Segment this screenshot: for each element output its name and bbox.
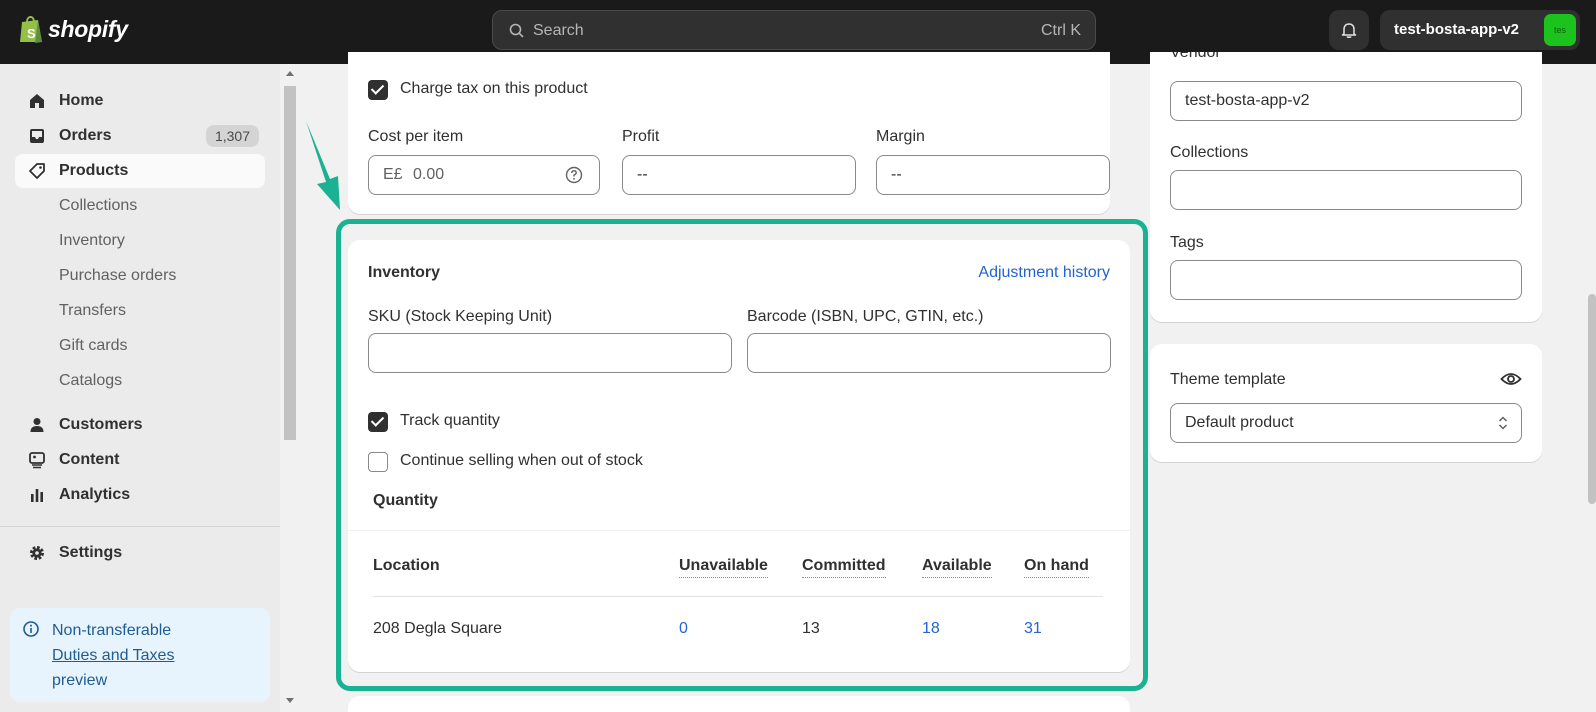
page-scrollbar[interactable] (1584, 64, 1596, 712)
sidebar: Home Orders 1,307 Products Collections I… (0, 64, 280, 712)
profit-value: -- (637, 166, 648, 183)
bar-chart-icon (31, 489, 43, 502)
notice-line-1: Non-transferable (52, 622, 172, 639)
search-shortcut: Ctrl K (1041, 22, 1081, 39)
sidebar-item-label: Content (59, 451, 120, 468)
shopify-logo[interactable]: S shopify (18, 14, 128, 44)
duties-taxes-link[interactable]: Duties and Taxes (52, 643, 262, 668)
charge-tax-label: Charge tax on this product (400, 80, 588, 97)
shopify-bag-icon: S (20, 16, 42, 43)
sidebar-item-label: Products (59, 162, 129, 179)
sidebar-item-content[interactable]: Content (15, 443, 265, 477)
bell-icon (1341, 23, 1357, 38)
sidebar-item-label: Purchase orders (59, 267, 177, 284)
vendor-input[interactable]: test-bosta-app-v2 (1170, 81, 1522, 121)
sidebar-item-orders[interactable]: Orders 1,307 (15, 119, 265, 153)
duties-notice: Non-transferable Duties and Taxes previe… (10, 608, 270, 702)
eye-icon[interactable] (1500, 370, 1522, 388)
gear-icon (30, 546, 44, 560)
sidebar-item-gift-cards[interactable]: Gift cards (15, 329, 265, 363)
inventory-highlight-frame (336, 219, 1148, 691)
next-card (348, 696, 1130, 712)
theme-template-card: Theme template Default product (1150, 344, 1542, 462)
tags-label: Tags (1170, 234, 1204, 251)
sidebar-item-label: Gift cards (59, 337, 128, 354)
person-icon (30, 418, 44, 432)
cost-per-item-input[interactable]: E£ 0.00 (368, 155, 600, 195)
sidebar-item-label: Collections (59, 197, 138, 214)
annotation-arrow-icon (306, 121, 340, 210)
profit-label: Profit (622, 128, 660, 145)
theme-template-value: Default product (1185, 414, 1294, 431)
collections-input[interactable] (1170, 170, 1522, 210)
help-circle-icon[interactable] (565, 166, 583, 184)
product-organization-card: Vendor test-bosta-app-v2 Collections Tag… (1150, 52, 1542, 322)
sidebar-item-home[interactable]: Home (15, 84, 265, 118)
sidebar-item-settings[interactable]: Settings (15, 536, 265, 570)
page-scroll-thumb[interactable] (1588, 294, 1596, 504)
profit-field: -- (622, 155, 856, 195)
select-chevron-icon (1498, 416, 1508, 430)
svg-text:S: S (27, 26, 36, 41)
content-icon (29, 452, 45, 469)
cost-value: 0.00 (413, 166, 445, 183)
sidebar-item-label: Transfers (59, 302, 126, 319)
sidebar-item-label: Home (59, 92, 104, 109)
vendor-label-clip: Vendor (1170, 52, 1270, 62)
pricing-card: Charge tax on this product Cost per item… (348, 52, 1110, 214)
home-icon (30, 94, 44, 108)
sidebar-item-collections[interactable]: Collections (15, 189, 265, 223)
sidebar-item-label: Analytics (59, 486, 131, 503)
vendor-label: Vendor (1170, 52, 1221, 61)
sidebar-item-label: Catalogs (59, 372, 123, 389)
sidebar-item-label: Customers (59, 416, 143, 433)
margin-field: -- (876, 155, 1110, 195)
theme-template-label: Theme template (1170, 371, 1286, 388)
tag-icon (29, 163, 45, 179)
currency-prefix: E£ (383, 166, 403, 183)
vendor-value: test-bosta-app-v2 (1185, 92, 1310, 109)
cost-per-item-label: Cost per item (368, 128, 464, 145)
store-name: test-bosta-app-v2 (1394, 21, 1520, 38)
info-icon (23, 621, 39, 637)
sidebar-item-products[interactable]: Products (15, 154, 265, 188)
charge-tax-checkbox[interactable] (368, 80, 388, 100)
scroll-down-arrow-icon[interactable] (286, 698, 294, 703)
store-avatar: tes (1544, 14, 1576, 46)
sidebar-item-customers[interactable]: Customers (15, 408, 265, 442)
sidebar-item-label: Settings (59, 544, 123, 561)
sidebar-item-inventory[interactable]: Inventory (15, 224, 265, 258)
inbox-icon (30, 129, 44, 143)
margin-value: -- (891, 166, 902, 183)
sidebar-item-purchase-orders[interactable]: Purchase orders (15, 259, 265, 293)
collections-label: Collections (1170, 144, 1249, 161)
sidebar-scroll-thumb[interactable] (284, 86, 296, 440)
sidebar-item-catalogs[interactable]: Catalogs (15, 364, 265, 398)
notifications-button[interactable] (1329, 10, 1369, 50)
sidebar-item-transfers[interactable]: Transfers (15, 294, 265, 328)
search-bar[interactable]: Search Ctrl K (492, 10, 1096, 50)
scroll-up-arrow-icon[interactable] (286, 71, 294, 76)
sidebar-item-analytics[interactable]: Analytics (15, 478, 265, 512)
sidebar-item-label: Orders (59, 127, 112, 144)
store-menu-button[interactable]: test-bosta-app-v2 tes (1380, 10, 1580, 50)
tags-input[interactable] (1170, 260, 1522, 300)
margin-label: Margin (876, 128, 925, 145)
sidebar-item-label: Inventory (59, 232, 125, 249)
theme-template-select[interactable]: Default product (1170, 403, 1522, 443)
notice-line-3: preview (52, 672, 108, 689)
search-icon (509, 23, 524, 38)
sidebar-divider (0, 526, 280, 527)
sidebar-scrollbar[interactable] (280, 64, 300, 712)
orders-count-badge: 1,307 (205, 125, 259, 147)
search-placeholder: Search (533, 22, 584, 39)
logo-text: shopify (48, 15, 128, 42)
